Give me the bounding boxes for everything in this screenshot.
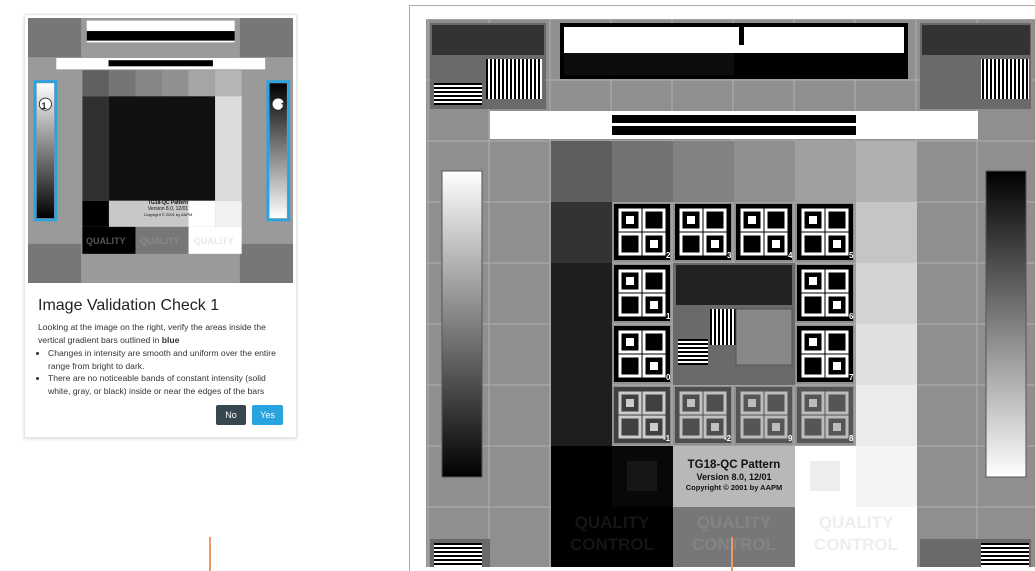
letter-label: 9 — [788, 434, 793, 443]
letter-label: 3 — [727, 251, 732, 260]
cursor-guide-left — [209, 537, 211, 571]
card-intro-emphasis: blue — [161, 334, 180, 345]
pattern-caption: TG18-QC Pattern Version 8.0, 12/01 Copyr… — [673, 458, 795, 493]
thumb-pattern-copyright: Copyright © 2001 by AAPM — [143, 212, 193, 217]
viewer-top-border — [409, 5, 1035, 6]
letter-label: 1 — [666, 312, 671, 321]
card-instructions: Looking at the image on the right, verif… — [38, 321, 286, 397]
pattern-copyright: Copyright © 2001 by AAPM — [685, 483, 783, 492]
marker-left-label: 1 — [41, 101, 47, 111]
yes-button[interactable]: Yes — [252, 405, 283, 425]
pattern-thumbnail: 1 1 TG18-QC Pattern Version 8.0, 12/01 C… — [28, 18, 293, 283]
thumb-pattern-caption: TG18-QC Pattern Version 8.0, 12/01 Copyr… — [128, 200, 208, 218]
thumb-quality-word-2: QUALITY — [140, 236, 180, 246]
letter-label: 8 — [849, 434, 854, 443]
letter-label: 7 — [849, 373, 854, 382]
pattern-name: TG18-QC Pattern — [687, 459, 781, 471]
letter-label: 4 — [788, 251, 793, 260]
criteria-item: Changes in intensity are smooth and unif… — [48, 347, 286, 372]
marker-right-label: 1 — [280, 101, 286, 111]
control-word-dark: CONTROL — [569, 535, 655, 554]
no-button[interactable]: No — [216, 405, 246, 425]
letter-label: 2 — [666, 251, 671, 260]
quality-word-mid: QUALITY — [696, 513, 772, 532]
letter-label: 5 — [849, 251, 854, 260]
criteria-item: There are no noticeable bands of constan… — [48, 372, 286, 397]
criteria-list: Changes in intensity are smooth and unif… — [38, 347, 286, 397]
validation-card: 1 1 TG18-QC Pattern Version 8.0, 12/01 C… — [24, 14, 297, 438]
viewer-left-border — [409, 5, 410, 571]
thumb-quality-word-1: QUALITY — [86, 236, 126, 246]
letter-label: -1 — [663, 434, 671, 443]
pattern-version: Version 8.0, 12/01 — [696, 472, 772, 482]
control-word-light: CONTROL — [813, 535, 899, 554]
quality-word-dark: QUALITY — [574, 513, 650, 532]
letter-label: 0 — [666, 373, 671, 382]
thumb-quality-word-3: QUALITY — [194, 236, 234, 246]
card-intro: Looking at the image on the right, verif… — [38, 322, 266, 345]
card-title: Image Validation Check 1 — [38, 297, 220, 314]
quality-word-light: QUALITY — [818, 513, 894, 532]
letter-label: 6 — [849, 312, 854, 321]
pattern-viewer[interactable]: 2 3 4 5 1 6 0 7 -1 -2 9 8 TG18-QC Patter… — [426, 19, 1035, 567]
control-word-mid: CONTROL — [691, 535, 777, 554]
cursor-guide-right — [731, 537, 733, 571]
letter-label: -2 — [724, 434, 732, 443]
